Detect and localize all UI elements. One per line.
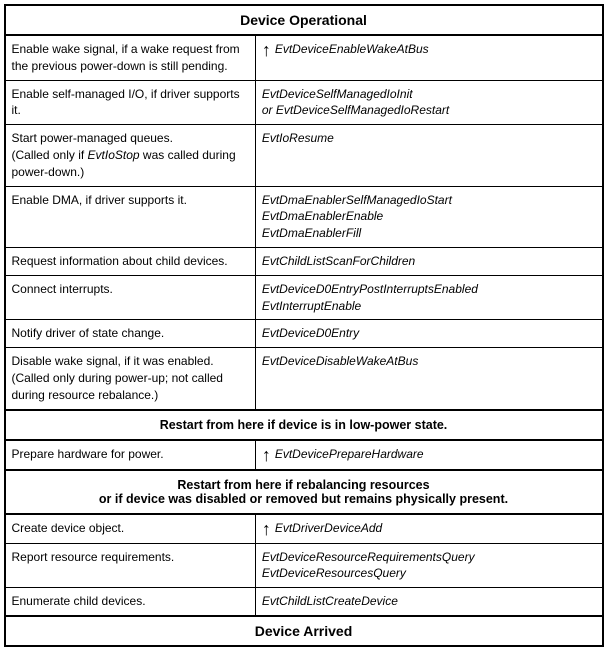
row-6-right: EvtDeviceD0EntryPostInterruptsEnabledEvt…	[256, 276, 602, 320]
row-5-left: Request information about child devices.	[6, 248, 256, 275]
row-1-right: ↑ EvtDeviceEnableWakeAtBus	[256, 36, 602, 80]
table-row: Start power-managed queues.(Called only …	[6, 125, 602, 186]
main-rows-section: Enable wake signal, if a wake request fr…	[6, 36, 602, 409]
table-row: Enable self-managed I/O, if driver suppo…	[6, 81, 602, 126]
table-row: Notify driver of state change. EvtDevice…	[6, 320, 602, 348]
row-8-right: EvtDeviceDisableWakeAtBus	[256, 348, 602, 408]
row-3-left: Start power-managed queues.(Called only …	[6, 125, 256, 185]
mid-row-1-left: Prepare hardware for power.	[6, 441, 256, 469]
mid-row-1-event: EvtDevicePrepareHardware	[275, 446, 424, 463]
row-1-left: Enable wake signal, if a wake request fr…	[6, 36, 256, 80]
row-6-left: Connect interrupts.	[6, 276, 256, 320]
arrow-up-icon: ↑	[262, 520, 271, 538]
table-row: Enable DMA, if driver supports it. EvtDm…	[6, 187, 602, 248]
bot-row-2-left: Report resource requirements.	[6, 544, 256, 588]
table-row: Enumerate child devices. EvtChildListCre…	[6, 588, 602, 615]
table-row: Request information about child devices.…	[6, 248, 602, 276]
separator-low-power: Restart from here if device is in low-po…	[6, 409, 602, 441]
row-7-left: Notify driver of state change.	[6, 320, 256, 347]
device-arrived-footer: Device Arrived	[6, 615, 602, 645]
bot-row-3-right: EvtChildListCreateDevice	[256, 588, 602, 615]
row-1-event: EvtDeviceEnableWakeAtBus	[275, 41, 429, 58]
table-row: Create device object. ↑ EvtDriverDeviceA…	[6, 515, 602, 544]
separator-rebalance-text: Restart from here if rebalancing resourc…	[99, 478, 508, 506]
row-3-right: EvtIoResume	[256, 125, 602, 185]
bot-row-3-left: Enumerate child devices.	[6, 588, 256, 615]
table-row: Enable wake signal, if a wake request fr…	[6, 36, 602, 81]
bottom-rows-section: Create device object. ↑ EvtDriverDeviceA…	[6, 515, 602, 615]
table-row: Prepare hardware for power. ↑ EvtDeviceP…	[6, 441, 602, 469]
arrow-up-icon: ↑	[262, 41, 271, 59]
arrow-up-icon: ↑	[262, 446, 271, 464]
row-2-left: Enable self-managed I/O, if driver suppo…	[6, 81, 256, 125]
table-row: Disable wake signal, if it was enabled.(…	[6, 348, 602, 408]
bot-row-1-event: EvtDriverDeviceAdd	[275, 520, 382, 537]
row-5-right: EvtChildListScanForChildren	[256, 248, 602, 275]
separator-rebalance: Restart from here if rebalancing resourc…	[6, 469, 602, 515]
bot-row-2-right: EvtDeviceResourceRequirementsQueryEvtDev…	[256, 544, 602, 588]
row-8-left: Disable wake signal, if it was enabled.(…	[6, 348, 256, 408]
row-4-left: Enable DMA, if driver supports it.	[6, 187, 256, 247]
bot-row-1-left: Create device object.	[6, 515, 256, 543]
row-2-right: EvtDeviceSelfManagedIoInitor EvtDeviceSe…	[256, 81, 602, 125]
device-operational-header: Device Operational	[6, 6, 602, 36]
row-7-right: EvtDeviceD0Entry	[256, 320, 602, 347]
bot-row-1-right: ↑ EvtDriverDeviceAdd	[256, 515, 602, 543]
table-row: Connect interrupts. EvtDeviceD0EntryPost…	[6, 276, 602, 321]
row-4-right: EvtDmaEnablerSelfManagedIoStartEvtDmaEna…	[256, 187, 602, 247]
mid-row-1-right: ↑ EvtDevicePrepareHardware	[256, 441, 602, 469]
middle-rows-section: Prepare hardware for power. ↑ EvtDeviceP…	[6, 441, 602, 469]
table-row: Report resource requirements. EvtDeviceR…	[6, 544, 602, 589]
